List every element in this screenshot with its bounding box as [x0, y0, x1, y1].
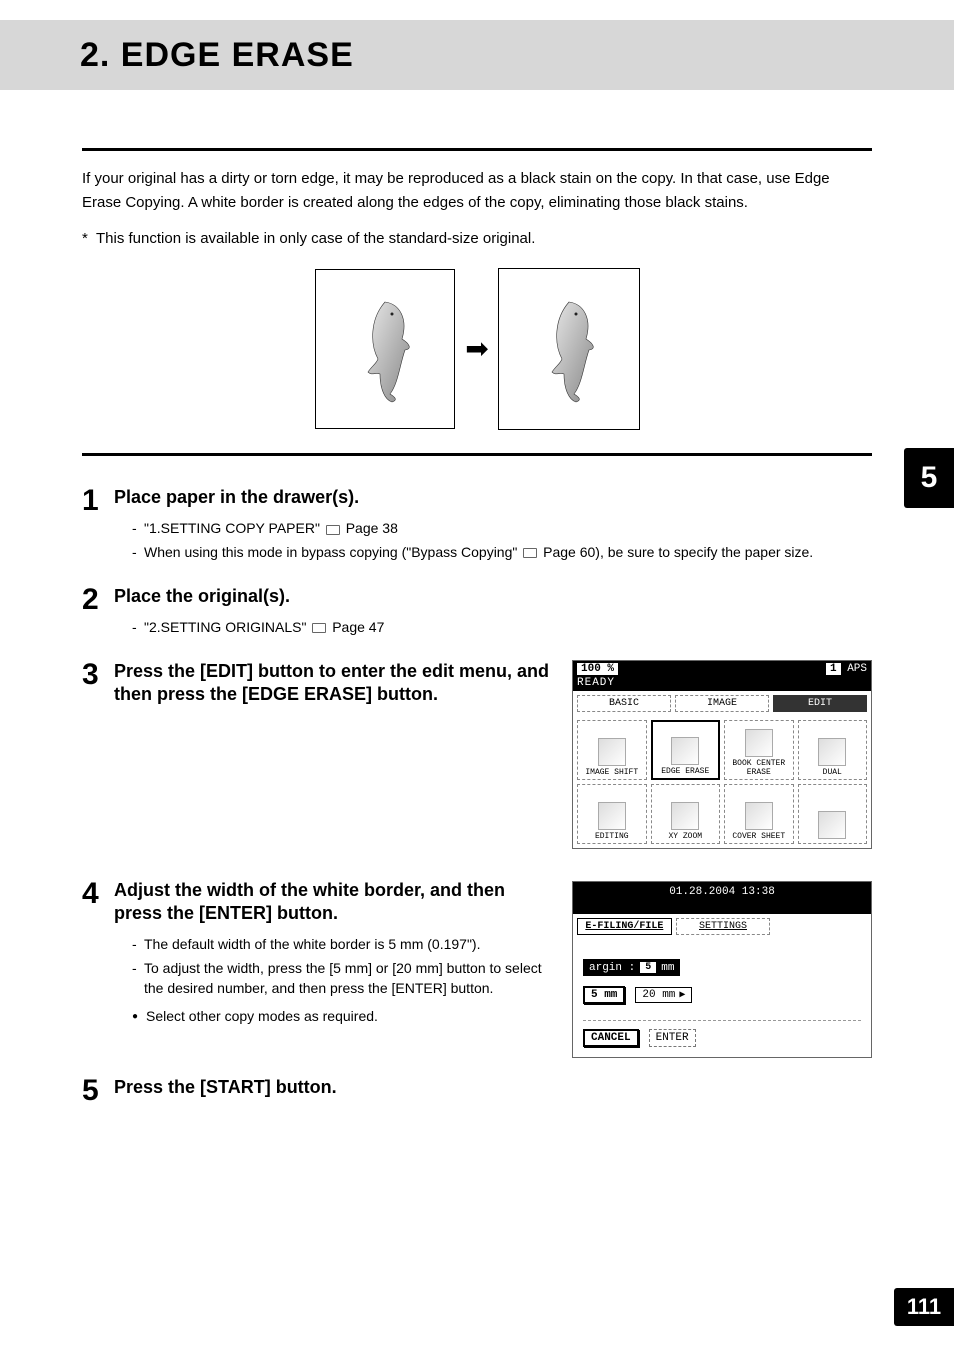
lcd-btn-xy-zoom[interactable]: XY ZOOM — [651, 784, 721, 844]
illustration-after — [499, 269, 639, 429]
page-shift-icon — [598, 738, 626, 766]
edge-erase-icon — [671, 737, 699, 765]
step-title: Place paper in the drawer(s). — [114, 486, 872, 509]
triangle-right-icon: ▶ — [679, 989, 685, 1001]
step-sub: The default width of the white border is… — [132, 935, 558, 955]
step-bullet: Select other copy modes as required. — [132, 1008, 558, 1024]
lcd-btn-editing[interactable]: EDITING — [577, 784, 647, 844]
step-number: 4 — [82, 879, 114, 1059]
chapter-side-tab: 5 — [904, 448, 954, 508]
step-2: 2 Place the original(s). "2.SETTING ORIG… — [82, 585, 872, 642]
step-4: 4 Adjust the width of the white border, … — [82, 879, 872, 1059]
illustration-row: ➡ — [82, 269, 872, 429]
step-number: 5 — [82, 1076, 114, 1109]
step-sub: To adjust the width, press the [5 mm] or… — [132, 959, 558, 998]
lcd-btn-cancel[interactable]: CANCEL — [583, 1029, 639, 1047]
lcd-btn-dual[interactable]: DUAL — [798, 720, 868, 780]
step-title: Press the [EDIT] button to enter the edi… — [114, 660, 558, 707]
step-title: Adjust the width of the white border, an… — [114, 879, 558, 926]
lcd-count: 1 — [826, 663, 841, 675]
editing-icon — [598, 802, 626, 830]
rule-bottom — [82, 453, 872, 456]
intro-paragraph: If your original has a dirty or torn edg… — [82, 167, 872, 215]
step-title: Place the original(s). — [114, 585, 872, 608]
dolphin-icon — [350, 294, 420, 404]
lcd-ready: READY — [577, 675, 867, 689]
book-center-icon — [745, 729, 773, 757]
lcd-margin-value: 5 — [639, 961, 657, 974]
lcd-btn-20mm[interactable]: 20 mm▶ — [635, 987, 692, 1003]
page-number: 111 — [894, 1288, 954, 1326]
book-icon — [523, 548, 537, 558]
lcd-btn-more[interactable] — [798, 784, 868, 844]
cover-sheet-icon — [745, 802, 773, 830]
chapter-title: 2. EDGE ERASE — [80, 36, 354, 75]
dual-page-icon — [818, 738, 846, 766]
more-icon — [818, 811, 846, 839]
intro-note: *This function is available in only case… — [82, 227, 872, 251]
step-5: 5 Press the [START] button. — [82, 1076, 872, 1109]
lcd-tab-efiling[interactable]: E-FILING/FILE — [577, 918, 672, 935]
arrow-right-icon: ➡ — [465, 327, 488, 372]
lcd-btn-enter[interactable]: ENTER — [649, 1029, 696, 1047]
lcd-screenshot-edit-menu: 100 % 1 APS READY BASIC IMAGE EDIT IMAGE… — [572, 660, 872, 849]
lcd-btn-cover-sheet[interactable]: COVER SHEET — [724, 784, 794, 844]
lcd-tab-edit[interactable]: EDIT — [773, 695, 867, 712]
book-icon — [312, 623, 326, 633]
lcd-tab-basic[interactable]: BASIC — [577, 695, 671, 712]
intro-section: If your original has a dirty or torn edg… — [82, 148, 872, 456]
lcd-btn-image-shift[interactable]: IMAGE SHIFT — [577, 720, 647, 780]
lcd-margin-label: argin : 5 mm — [583, 959, 680, 976]
step-sub: "2.SETTING ORIGINALS" Page 47 — [132, 618, 872, 638]
dolphin-icon — [534, 294, 604, 404]
lcd-tab-image[interactable]: IMAGE — [675, 695, 769, 712]
lcd-mode: APS — [847, 663, 867, 675]
step-3: 3 Press the [EDIT] button to enter the e… — [82, 660, 872, 849]
step-title: Press the [START] button. — [114, 1076, 872, 1099]
step-number: 1 — [82, 486, 114, 567]
step-number: 2 — [82, 585, 114, 642]
lcd-screenshot-margin: 01.28.2004 13:38 E-FILING/FILE SETTINGS … — [572, 881, 872, 1059]
xy-zoom-icon — [671, 802, 699, 830]
lcd-zoom: 100 % — [577, 663, 618, 675]
lcd-btn-edge-erase[interactable]: EDGE ERASE — [651, 720, 721, 780]
intro-note-text: This function is available in only case … — [96, 230, 535, 247]
book-icon — [326, 525, 340, 535]
step-number: 3 — [82, 660, 114, 849]
step-1: 1 Place paper in the drawer(s). "1.SETTI… — [82, 486, 872, 567]
step-sub: "1.SETTING COPY PAPER" Page 38 — [132, 519, 872, 539]
lcd-btn-5mm[interactable]: 5 mm — [583, 986, 625, 1004]
steps-section: 1 Place paper in the drawer(s). "1.SETTI… — [82, 486, 872, 1127]
lcd-tab-settings[interactable]: SETTINGS — [676, 918, 771, 935]
illustration-before — [315, 269, 455, 429]
lcd-datetime: 01.28.2004 13:38 — [573, 882, 871, 914]
chapter-title-bar: 2. EDGE ERASE — [0, 20, 954, 90]
lcd-btn-book-center-erase[interactable]: BOOK CENTER ERASE — [724, 720, 794, 780]
step-sub: When using this mode in bypass copying (… — [132, 543, 872, 563]
rule-top — [82, 148, 872, 151]
